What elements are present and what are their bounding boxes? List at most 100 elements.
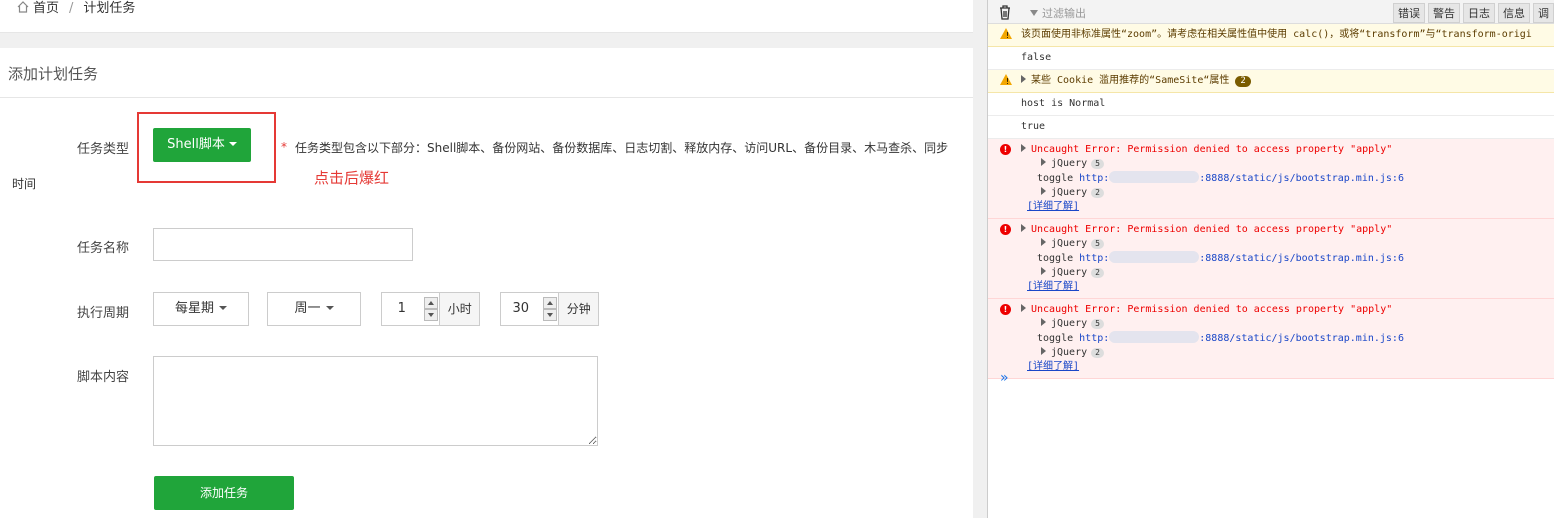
source-link[interactable]: http::8888/static/js/bootstrap.min.js:6 <box>1079 171 1404 184</box>
weekday-dropdown[interactable]: 周一 <box>267 292 361 326</box>
learn-more-link[interactable]: [详细了解] <box>1021 201 1079 212</box>
trash-icon[interactable] <box>998 4 1012 20</box>
learn-more-link[interactable]: [详细了解] <box>1021 281 1079 292</box>
console-warning: 该页面使用非标准属性“zoom”。请考虑在相关属性值中使用 calc()，或将“… <box>988 24 1554 47</box>
console-error[interactable]: ! Uncaught Error: Permission denied to a… <box>988 299 1554 379</box>
console-error[interactable]: ! Uncaught Error: Permission denied to a… <box>988 139 1554 219</box>
source-link[interactable]: http::8888/static/js/bootstrap.min.js:6 <box>1079 331 1404 344</box>
script-label: 脚本内容 <box>77 370 130 385</box>
frame-count: 5 <box>1091 159 1104 169</box>
message-text: host is Normal <box>1021 98 1106 109</box>
level-buttons: 错误 警告 日志 信息 调 <box>1390 3 1554 23</box>
frame-count: 2 <box>1091 268 1104 278</box>
console-prompt[interactable]: » <box>1000 370 1009 386</box>
cycle-label: 执行周期 <box>77 306 130 321</box>
breadcrumb-home[interactable]: 首页 <box>33 1 59 16</box>
hour-unit: 小时 <box>439 293 479 325</box>
warning-icon <box>1000 74 1012 89</box>
redacted-host <box>1109 251 1200 263</box>
minute-unit: 分钟 <box>558 293 598 325</box>
level-info[interactable]: 信息 <box>1498 3 1530 23</box>
stack-frame: jQuery <box>1051 267 1088 278</box>
error-text: Uncaught Error: Permission denied to acc… <box>1031 224 1393 235</box>
expand-triangle-icon[interactable] <box>1041 267 1046 275</box>
expand-triangle-icon[interactable] <box>1021 144 1026 152</box>
console-error[interactable]: ! Uncaught Error: Permission denied to a… <box>988 219 1554 299</box>
frame-count: 5 <box>1091 239 1104 249</box>
learn-more-link[interactable]: [详细了解] <box>1021 361 1079 372</box>
message-text: 该页面使用非标准属性“zoom”。请考虑在相关属性值中使用 calc()，或将“… <box>1021 29 1532 40</box>
expand-triangle-icon[interactable] <box>1041 318 1046 326</box>
task-name-input[interactable] <box>153 228 413 261</box>
expand-triangle-icon[interactable] <box>1041 158 1046 166</box>
home-icon <box>17 1 29 13</box>
task-name-label: 任务名称 <box>77 241 130 256</box>
expand-triangle-icon[interactable] <box>1021 304 1026 312</box>
message-text: true <box>1021 121 1046 132</box>
spin-up-icon[interactable] <box>423 297 438 309</box>
spin-down-icon[interactable] <box>423 309 438 321</box>
add-task-button[interactable]: 添加任务 <box>154 476 294 510</box>
caret-down-icon <box>228 142 237 146</box>
source-link[interactable]: http::8888/static/js/bootstrap.min.js:6 <box>1079 251 1404 264</box>
devtools-console: 过滤输出 错误 警告 日志 信息 调 该页面使用非标准属性“zoom”。请考虑在… <box>987 0 1554 518</box>
redacted-host <box>1109 331 1200 343</box>
stack-frame: jQuery <box>1051 158 1088 169</box>
required-star: * <box>281 140 287 154</box>
message-count-badge: 2 <box>1235 76 1251 87</box>
weekday-value: 周一 <box>294 301 321 316</box>
console-log: host is Normal <box>988 93 1554 116</box>
stack-frame-name: toggle <box>1037 333 1074 344</box>
frame-count: 2 <box>1091 348 1104 358</box>
task-type-note: 任务类型包含以下部分：Shell脚本、备份网站、备份数据库、日志切割、释放内存、… <box>295 141 949 155</box>
level-logs[interactable]: 日志 <box>1463 3 1495 23</box>
breadcrumb-current: 计划任务 <box>83 1 136 16</box>
stack-frame: jQuery <box>1051 187 1088 198</box>
error-icon: ! <box>1000 304 1011 315</box>
expand-triangle-icon[interactable] <box>1041 238 1046 246</box>
level-warnings[interactable]: 警告 <box>1428 3 1460 23</box>
task-type-dropdown[interactable]: Shell脚本 <box>153 128 251 162</box>
page-left: 首页 / 计划任务 添加计划任务 任务类型 Shell脚本 * 任务类型包含以下部分… <box>0 0 973 518</box>
cycle-dropdown[interactable]: 每星期 <box>153 292 249 326</box>
frame-count: 5 <box>1091 319 1104 329</box>
error-text: Uncaught Error: Permission denied to acc… <box>1031 144 1393 155</box>
minute-spin[interactable] <box>541 293 559 325</box>
error-icon: ! <box>1000 144 1011 155</box>
spin-down-icon[interactable] <box>542 309 557 321</box>
stack-frame: jQuery <box>1051 318 1088 329</box>
console-log: true <box>988 116 1554 139</box>
minute-value[interactable]: 30 <box>501 293 541 325</box>
caret-down-icon <box>219 306 227 310</box>
level-errors[interactable]: 错误 <box>1393 3 1425 23</box>
hour-value[interactable]: 1 <box>382 293 422 325</box>
expand-triangle-icon[interactable] <box>1021 224 1026 232</box>
console-toolbar: 过滤输出 错误 警告 日志 信息 调 <box>988 0 1554 24</box>
stack-frame: jQuery <box>1051 238 1088 249</box>
stack-frame: jQuery <box>1051 347 1088 358</box>
breadcrumb-separator: / <box>69 1 74 16</box>
annotation-text: 点击后爆红 <box>314 169 390 187</box>
task-type-note-wrap: 时间 <box>12 177 37 191</box>
expand-triangle-icon[interactable] <box>1041 347 1046 355</box>
redacted-host <box>1109 171 1200 183</box>
hour-spin[interactable] <box>422 293 440 325</box>
caret-down-icon <box>325 306 334 310</box>
error-text: Uncaught Error: Permission denied to acc… <box>1031 304 1393 315</box>
expand-triangle-icon[interactable] <box>1021 75 1026 83</box>
script-textarea[interactable] <box>153 356 598 446</box>
console-log: false <box>988 47 1554 70</box>
task-type-value: Shell脚本 <box>167 137 225 152</box>
message-text: false <box>1021 52 1052 63</box>
stack-frame-name: toggle <box>1037 253 1074 264</box>
spin-up-icon[interactable] <box>542 297 557 309</box>
level-debug[interactable]: 调 <box>1533 3 1554 23</box>
cycle-value: 每星期 <box>174 301 214 316</box>
expand-triangle-icon[interactable] <box>1041 187 1046 195</box>
minute-stepper[interactable]: 30 分钟 <box>500 292 599 326</box>
warning-icon <box>1000 28 1012 43</box>
hour-stepper[interactable]: 1 小时 <box>381 292 480 326</box>
task-type-label: 任务类型 <box>77 142 130 157</box>
filter-output[interactable]: 过滤输出 <box>1030 5 1086 21</box>
console-warning[interactable]: 某些 Cookie 滥用推荐的“SameSite“属性 2 <box>988 70 1554 93</box>
